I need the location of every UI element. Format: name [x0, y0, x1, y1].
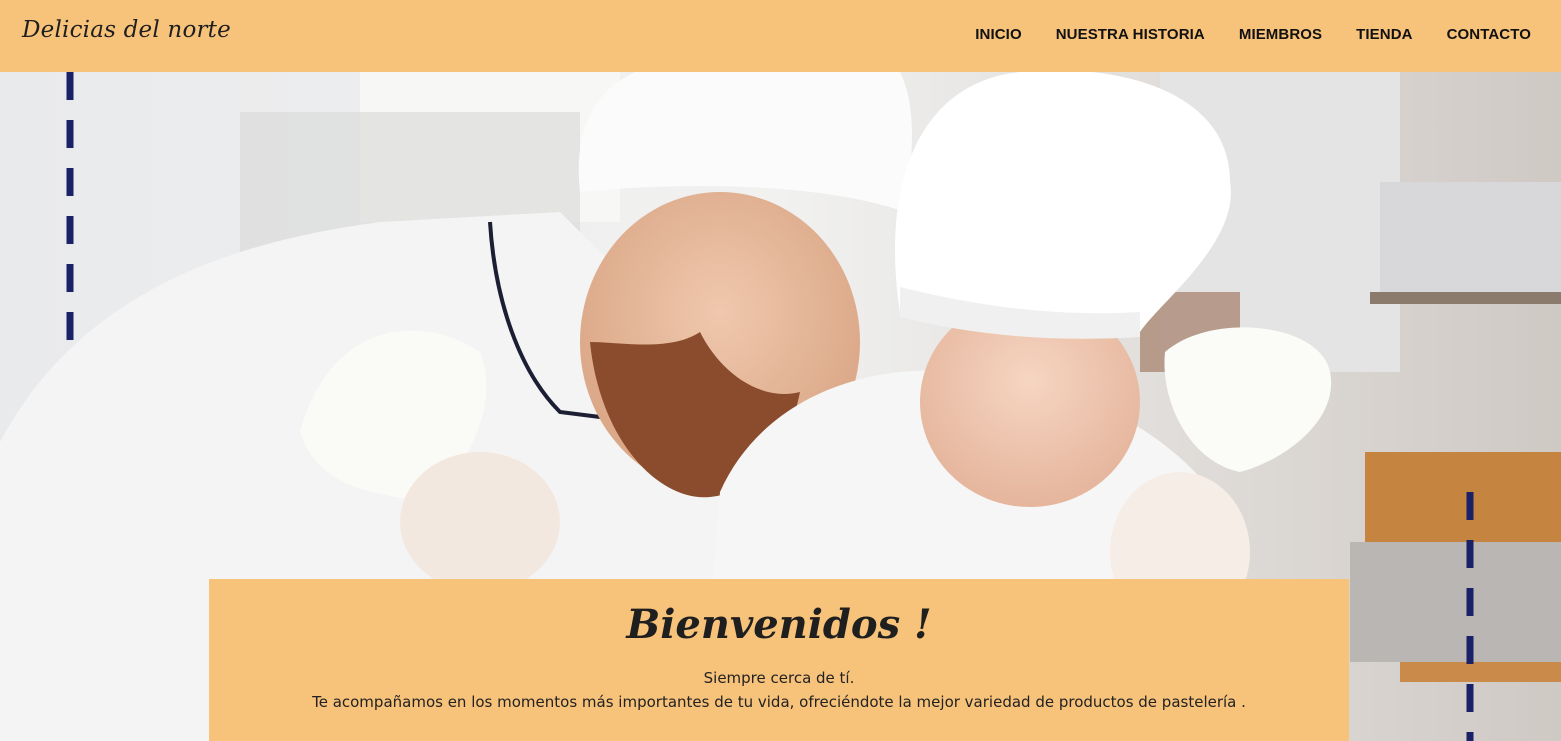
welcome-box: Bienvenidos ! Siempre cerca de tí. Te ac… — [209, 579, 1349, 741]
welcome-title: Bienvenidos ! — [626, 601, 932, 648]
nav-links: INICIO NUESTRA HISTORIA MIEMBROS TIENDA … — [941, 26, 1531, 43]
nav-link-miembros[interactable]: MIEMBROS — [1239, 26, 1322, 43]
brand-logo[interactable]: Delicias del norte — [22, 17, 231, 43]
welcome-description: Te acompañamos en los momentos más impor… — [312, 693, 1246, 711]
nav-link-nuestra-historia[interactable]: NUESTRA HISTORIA — [1056, 26, 1205, 43]
top-navbar: Delicias del norte INICIO NUESTRA HISTOR… — [0, 0, 1561, 72]
nav-link-tienda[interactable]: TIENDA — [1356, 26, 1412, 43]
welcome-tagline: Siempre cerca de tí. — [703, 669, 855, 687]
nav-link-inicio[interactable]: INICIO — [975, 26, 1021, 43]
nav-link-contacto[interactable]: CONTACTO — [1447, 26, 1531, 43]
